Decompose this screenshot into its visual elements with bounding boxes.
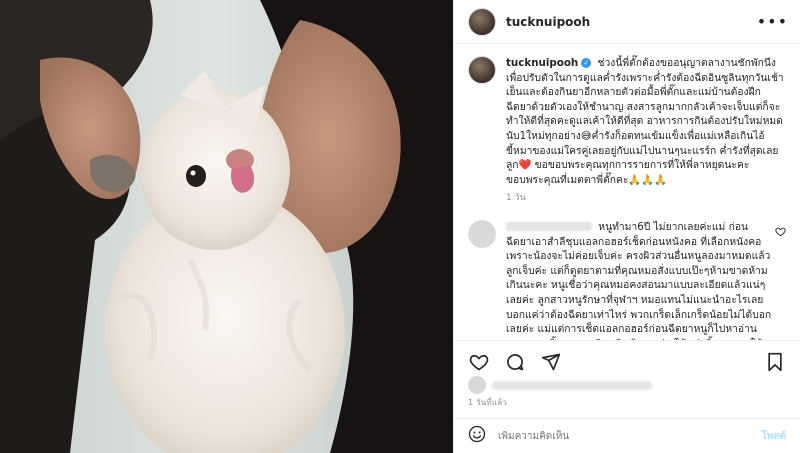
caption-avatar[interactable] [468,56,496,84]
heart-outline-icon[interactable] [775,226,786,240]
post-header: tucknuipooh ••• [454,0,800,44]
comment-icon[interactable] [504,351,526,373]
share-icon[interactable] [540,351,562,373]
comment-body: หนูทำมา6ปี ไม่ยากเลยค่ะแม่ ก่อนฉีดยาเอาส… [506,220,772,340]
commenter-avatar[interactable] [468,219,496,248]
likes-text-blurred [492,380,652,390]
comments-section[interactable]: tucknuipooh ✓ ช่วงนี้พี่ตั๊กต้องขออนุญาตล… [454,44,800,340]
likes-row[interactable] [468,376,786,394]
post-panel: tucknuipooh ••• tucknuipooh ✓ ช่วงนี้พี่ต… [453,0,800,453]
author-username[interactable]: tucknuipooh [506,15,590,29]
caption-text: ช่วงนี้พี่ตั๊กต้องขออนุญาตลางานชักพักนึง… [506,57,784,186]
caption-body: tucknuipooh ✓ ช่วงนี้พี่ตั๊กต้องขออนุญาตล… [506,56,786,206]
commenter-username-blurred[interactable] [506,222,592,232]
comment-text: หนูทำมา6ปี ไม่ยากเลยค่ะแม่ ก่อนฉีดยาเอาส… [506,220,772,340]
add-comment-bar: โพสต์ [454,418,800,453]
post-date[interactable]: 1 วันที่แล้ว [468,396,507,409]
verified-badge-icon: ✓ [581,58,592,68]
liker-avatar [468,376,486,394]
comment-item: หนูทำมา6ปี ไม่ยากเลยค่ะแม่ ก่อนฉีดยาเอาส… [468,219,786,340]
heart-icon[interactable] [468,351,490,373]
caption-username[interactable]: tucknuipooh [506,57,578,69]
photo-illustration [0,0,453,453]
post-photo[interactable] [0,0,453,453]
author-avatar[interactable] [468,7,496,36]
comment-input[interactable] [496,429,762,443]
emoji-icon[interactable] [468,425,486,447]
caption-time: 1 วัน [506,193,526,204]
post-comment-button[interactable]: โพสต์ [761,429,786,444]
bookmark-icon[interactable] [764,351,786,373]
more-horizontal-icon[interactable]: ••• [757,12,788,31]
caption: tucknuipooh ✓ ช่วงนี้พี่ตั๊กต้องขออนุญาตล… [468,56,786,206]
action-bar [454,340,800,382]
